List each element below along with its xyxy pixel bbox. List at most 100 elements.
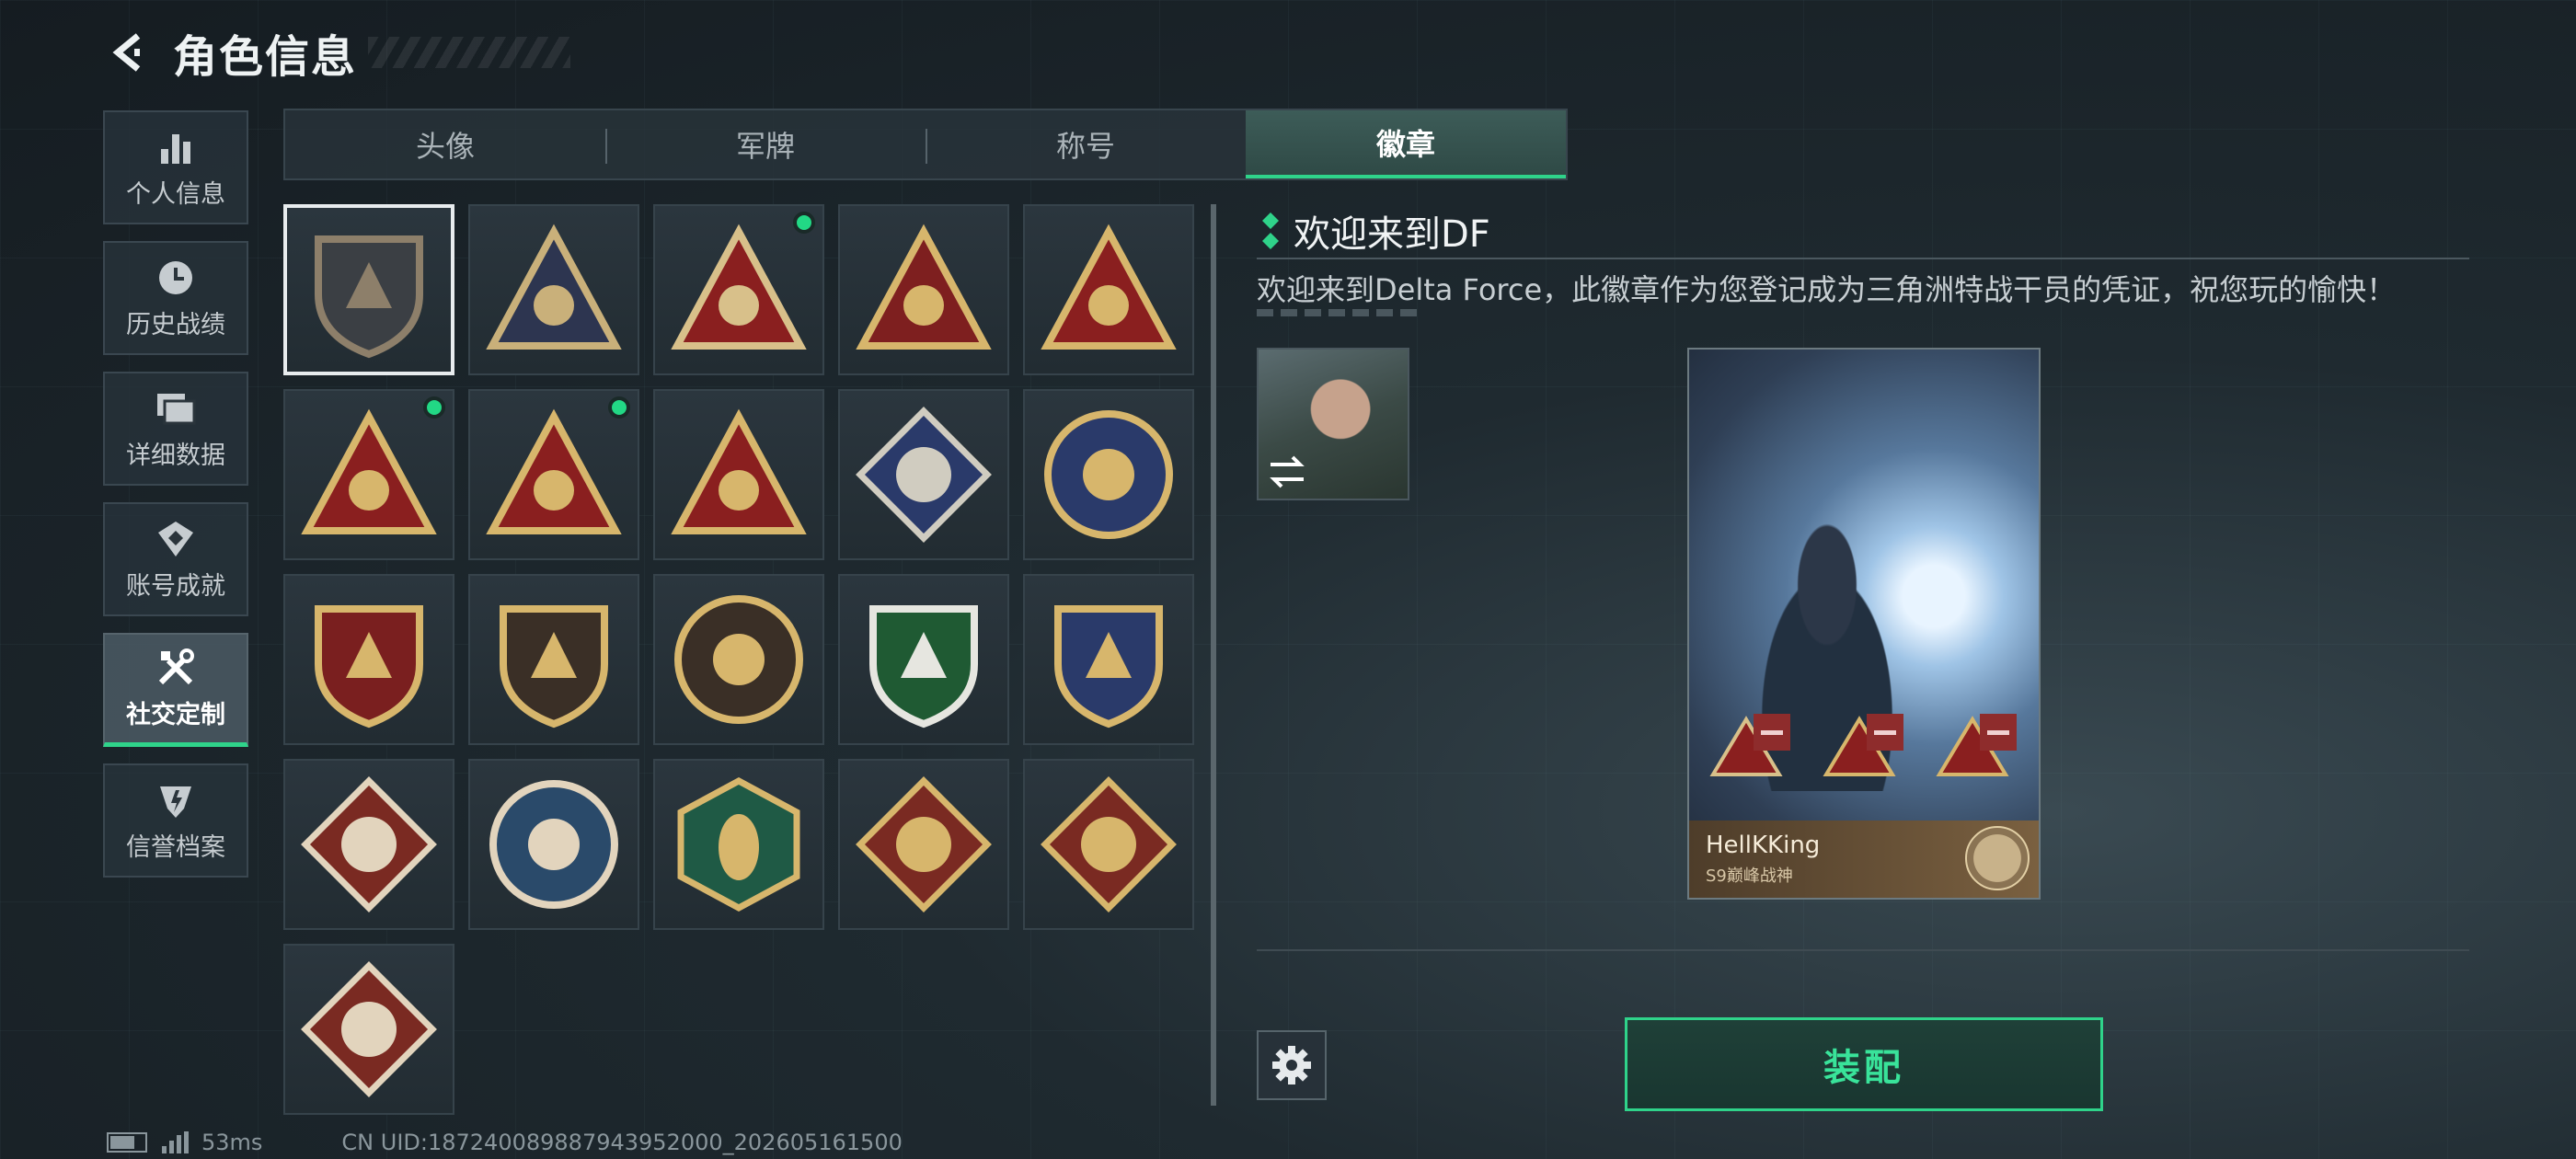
- runner-badge[interactable]: [283, 944, 454, 1115]
- equipped-slot[interactable]: [1823, 714, 1909, 787]
- sidebar-item-label: 信誉档案: [126, 832, 225, 862]
- new-indicator-dot: [608, 396, 630, 419]
- squad-badge[interactable]: [653, 389, 824, 560]
- kneeling-soldier-badge[interactable]: [468, 389, 639, 560]
- divider: [1257, 949, 2469, 951]
- description-decoration: [1257, 309, 1419, 316]
- remove-icon[interactable]: [1980, 714, 2017, 751]
- nest-eggs-badge-art: [856, 224, 992, 350]
- rifle-crosshair-badge-art: [869, 605, 978, 729]
- clock-icon: [155, 257, 197, 299]
- eagle-head-badge-art: [489, 780, 618, 909]
- nest-eggs-badge[interactable]: [838, 204, 1009, 375]
- wasp-badge-art: [677, 777, 800, 912]
- sidebar-item-history[interactable]: 历史战绩: [103, 241, 248, 355]
- sidebar-item-achievements[interactable]: 账号成就: [103, 502, 248, 616]
- folder-icon: [155, 387, 197, 430]
- wolf-head-badge-art: [301, 776, 437, 912]
- sidebar-item-social[interactable]: 社交定制: [103, 633, 248, 747]
- pearl-clam-badge-art: [674, 595, 803, 724]
- equipped-slot[interactable]: [1709, 714, 1796, 787]
- remove-icon[interactable]: [1754, 714, 1790, 751]
- sidebar-item-reputation[interactable]: 信誉档案: [103, 763, 248, 878]
- signal-icon: [162, 1131, 189, 1153]
- tab-title[interactable]: 称号: [926, 110, 1246, 178]
- pearl-clam-badge[interactable]: [653, 574, 824, 745]
- operator-avatar[interactable]: [1257, 348, 1409, 500]
- player-card-preview: HellKKing S9巅峰战神: [1687, 348, 2041, 900]
- latency-readout: 53ms: [201, 1130, 263, 1155]
- tools-icon: [155, 647, 197, 689]
- divider: [1257, 258, 2469, 259]
- page-header: 角色信息: [101, 20, 571, 85]
- bar-chart-icon: [155, 126, 197, 168]
- number-one-badge-art: [1041, 224, 1177, 350]
- player-rank-title: S9巅峰战神: [1706, 866, 1793, 886]
- tab-avatar[interactable]: 头像: [285, 110, 605, 178]
- achievement-icon: [155, 518, 197, 560]
- shield-icon: [155, 779, 197, 821]
- tab-badge[interactable]: 徽章: [1246, 110, 1566, 178]
- winged-star-badge-art: [315, 605, 423, 729]
- card-nameplate: HellKKing S9巅峰战神: [1689, 820, 2039, 898]
- equipped-slot[interactable]: [1936, 714, 2022, 787]
- number-one-badge[interactable]: [1023, 204, 1194, 375]
- rose-badge[interactable]: [838, 389, 1009, 560]
- diamond-marker-icon: [1262, 212, 1279, 249]
- dragon-head-badge-2[interactable]: [1023, 759, 1194, 930]
- settings-button[interactable]: [1257, 1030, 1327, 1100]
- star-skull-badge[interactable]: [1023, 389, 1194, 560]
- sidebar-item-data[interactable]: 详细数据: [103, 372, 248, 486]
- helicopter-badge-art: [486, 224, 622, 350]
- sidebar-item-label: 社交定制: [126, 701, 225, 729]
- gear-icon: [1272, 1046, 1311, 1084]
- delta-shield-badge[interactable]: [283, 204, 454, 375]
- sidebar: 个人信息 历史战绩 详细数据 账号成就 社交定制 信誉档案: [103, 110, 250, 894]
- runner-badge-art: [301, 961, 437, 1097]
- player-name: HellKKing: [1706, 832, 1821, 859]
- rank-emblem-icon: [1965, 826, 2030, 890]
- winged-star-badge[interactable]: [283, 574, 454, 745]
- sidebar-item-label: 账号成就: [126, 571, 225, 601]
- dragon-head-badge[interactable]: [838, 759, 1009, 930]
- sidebar-item-label: 历史战绩: [126, 310, 225, 339]
- kneeling-soldier-badge-art: [486, 408, 622, 534]
- wasp-badge[interactable]: [653, 759, 824, 930]
- s9-trophy-badge-art: [671, 224, 807, 350]
- delta-shield-badge-art: [315, 235, 423, 359]
- equip-button[interactable]: 装配: [1625, 1017, 2103, 1111]
- usb-drive-badge[interactable]: [283, 389, 454, 560]
- title-decoration: [368, 37, 571, 68]
- eagle-head-badge[interactable]: [468, 759, 639, 930]
- s9-trophy-badge[interactable]: [653, 204, 824, 375]
- swap-icon[interactable]: [1264, 449, 1310, 495]
- helicopter-badge[interactable]: [468, 204, 639, 375]
- tab-dogtag[interactable]: 军牌: [605, 110, 926, 178]
- badge-grid: [283, 204, 1194, 1115]
- battery-icon: [107, 1132, 147, 1153]
- gem-shield-badge[interactable]: [468, 574, 639, 745]
- wolf-head-badge[interactable]: [283, 759, 454, 930]
- rose-badge-art: [856, 407, 992, 543]
- badge-description: 欢迎来到Delta Force，此徽章作为您登记成为三角洲特战干员的凭证，祝您玩…: [1257, 272, 2397, 307]
- category-tabs: 头像 军牌 称号 徽章: [283, 109, 1568, 180]
- gem-shield-badge-art: [500, 605, 608, 729]
- sidebar-item-label: 个人信息: [126, 179, 225, 209]
- badge-detail-header: 欢迎来到DF: [1260, 204, 1490, 258]
- dragon-head-badge-art: [856, 776, 992, 912]
- crossed-blades-badge-art: [1054, 605, 1163, 729]
- status-bar: 53ms CN UID:18724008988794395200​0_20260…: [107, 1130, 903, 1155]
- page-title: 角色信息: [173, 31, 358, 83]
- rifle-crosshair-badge[interactable]: [838, 574, 1009, 745]
- new-indicator-dot: [423, 396, 445, 419]
- back-arrow-icon[interactable]: [101, 25, 156, 80]
- new-indicator-dot: [793, 212, 815, 234]
- usb-drive-badge-art: [301, 408, 437, 534]
- sidebar-item-profile[interactable]: 个人信息: [103, 110, 248, 224]
- equipped-badge-slots: [1709, 714, 2022, 787]
- sidebar-item-label: 详细数据: [126, 441, 225, 470]
- remove-icon[interactable]: [1867, 714, 1903, 751]
- squad-badge-art: [671, 408, 807, 534]
- badge-list-scrollbar[interactable]: [1211, 204, 1216, 1106]
- crossed-blades-badge[interactable]: [1023, 574, 1194, 745]
